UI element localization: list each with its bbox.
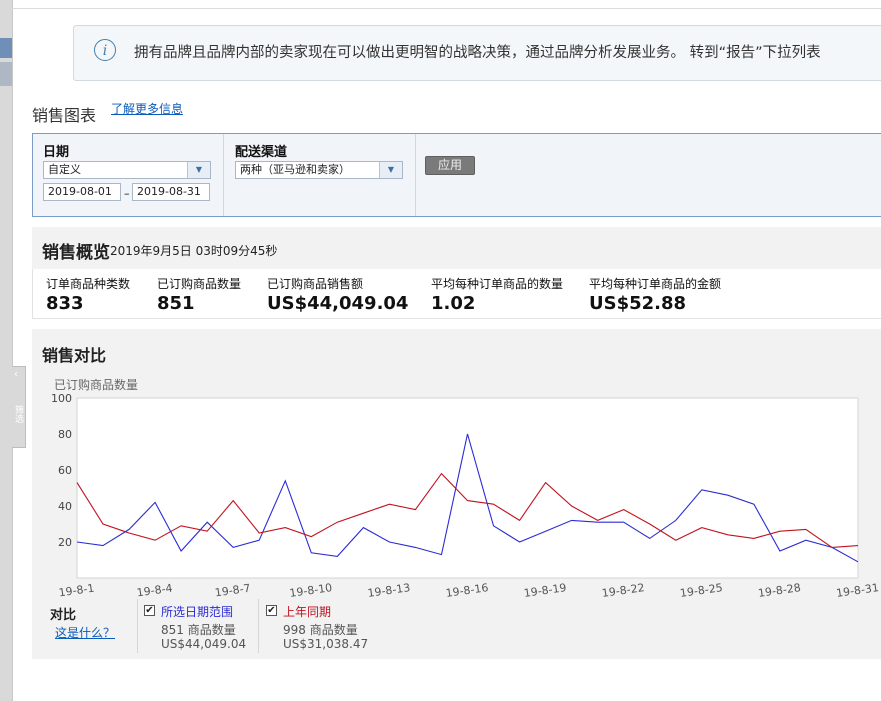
chevron-left-icon: ‹: [14, 369, 18, 380]
sales-comparison-title: 销售对比: [42, 346, 107, 365]
x-tick-label: 19-8-31: [835, 581, 879, 600]
x-tick-label: 19-8-25: [679, 581, 723, 600]
metric-label: 平均每种订单商品的数量: [431, 277, 564, 291]
info-banner-message: 拥有品牌且品牌内部的卖家现在可以做出更明智的战略决策，通过品牌分析发展业务。 转…: [134, 45, 821, 61]
metric-value: 851: [157, 293, 195, 314]
sales-overview-timestamp: 2019年9月5日 03时09分45秒: [110, 244, 278, 258]
date-preset-select[interactable]: 自定义 ▼: [43, 161, 211, 179]
y-tick-label: 60: [58, 464, 72, 477]
sales-comparison-panel: 销售对比 已订购商品数量 20 40 60 80 100 19-8-1 19-8-4 19-8…: [32, 329, 881, 659]
info-banner: i 拥有品牌且品牌内部的卖家现在可以做出更明智的战略决策，通过品牌分析发展业务。…: [73, 25, 881, 81]
x-tick-label: 19-8-1: [58, 582, 95, 600]
date-range-separator: –: [124, 187, 130, 200]
legend-series-amount: US$44,049.04: [161, 637, 247, 651]
legend-series-count: 851 商品数量: [161, 623, 236, 637]
channel-column: 配送渠道 两种（亚马逊和卖家） ▼: [223, 134, 416, 216]
apply-button[interactable]: 应用: [425, 156, 475, 175]
sales-overview-header: 销售概览 2019年9月5日 03时09分45秒: [32, 227, 881, 269]
metric-value: US$52.88: [589, 293, 687, 314]
filter-side-tab[interactable]: ‹ 筛选: [12, 366, 26, 448]
channel-label: 配送渠道: [235, 145, 288, 160]
plot-area: [76, 397, 859, 579]
metric-avg-units: 平均每种订单商品的数量 1.02: [431, 275, 563, 314]
channel-select[interactable]: 两种（亚马逊和卖家） ▼: [235, 161, 403, 179]
chevron-down-icon[interactable]: ▼: [379, 162, 402, 178]
metric-value: 833: [46, 293, 84, 314]
x-tick-label: 19-8-22: [601, 581, 645, 600]
sales-line-chart: 20 40 60 80 100 19-8-1 19-8-4 19-8-7 19-8-10 19-8…: [51, 392, 880, 600]
channel-value: 两种（亚马逊和卖家）: [240, 163, 350, 176]
metric-label: 订单商品种类数: [46, 277, 131, 291]
legend-divider: [258, 599, 259, 653]
date-to-input[interactable]: 2019-08-31: [132, 183, 210, 201]
x-tick-label: 19-8-19: [523, 581, 567, 600]
left-nav-marker-secondary: [0, 62, 12, 86]
x-tick-label: 19-8-13: [367, 581, 411, 600]
date-preset-value: 自定义: [48, 163, 81, 176]
legend-series-count: 998 商品数量: [283, 623, 358, 637]
legend-title: 对比: [50, 608, 77, 623]
legend-series-name: 所选日期范围: [161, 605, 234, 619]
date-label: 日期: [43, 145, 70, 160]
top-divider: [12, 8, 881, 9]
x-tick-label: 19-8-16: [445, 581, 489, 600]
metric-value: US$44,049.04: [267, 293, 409, 314]
metric-avg-amount: 平均每种订单商品的金额 US$52.88: [589, 275, 721, 314]
y-tick-label: 20: [58, 536, 72, 549]
metric-value: 1.02: [431, 293, 476, 314]
left-nav-marker: [0, 38, 12, 58]
metric-units-ordered: 已订购商品数量 851: [157, 275, 241, 314]
y-tick-label: 80: [58, 428, 72, 441]
info-icon: i: [94, 39, 116, 61]
left-nav-strip: [0, 0, 13, 701]
date-from-input[interactable]: 2019-08-01: [43, 183, 121, 201]
checkbox-last-year[interactable]: ✔: [266, 605, 277, 616]
legend-series-amount: US$31,038.47: [283, 637, 369, 651]
filter-panel: 日期 自定义 ▼ 2019-08-01 – 2019-08-31 配送渠道 两种…: [32, 133, 881, 217]
metric-ordered-sales: 已订购商品销售额 US$44,049.04: [267, 275, 408, 314]
legend-series-name: 上年同期: [283, 605, 332, 619]
y-tick-label: 40: [58, 500, 72, 513]
side-tab-label: 筛选: [13, 405, 23, 423]
x-tick-label: 19-8-4: [136, 582, 173, 600]
metric-label: 平均每种订单商品的金额: [589, 277, 722, 291]
learn-more-link[interactable]: 了解更多信息: [111, 100, 183, 117]
x-tick-label: 19-8-28: [757, 581, 801, 600]
metric-label: 已订购商品数量: [157, 277, 242, 291]
x-tick-label: 19-8-7: [214, 582, 251, 600]
metric-order-item-types: 订单商品种类数 833: [46, 275, 130, 314]
x-tick-label: 19-8-10: [289, 581, 333, 600]
legend-help-link[interactable]: 这是什么？: [55, 624, 115, 641]
y-tick-label: 100: [51, 392, 72, 405]
chevron-down-icon[interactable]: ▼: [187, 162, 210, 178]
sales-overview-title: 销售概览: [42, 243, 110, 263]
sales-metrics: 订单商品种类数 833 已订购商品数量 851 已订购商品销售额 US$44,0…: [32, 269, 881, 319]
checkbox-selected-range[interactable]: ✔: [144, 605, 155, 616]
legend-divider: [137, 599, 138, 653]
metric-label: 已订购商品销售额: [267, 277, 364, 291]
page-title: 销售图表: [32, 106, 97, 125]
